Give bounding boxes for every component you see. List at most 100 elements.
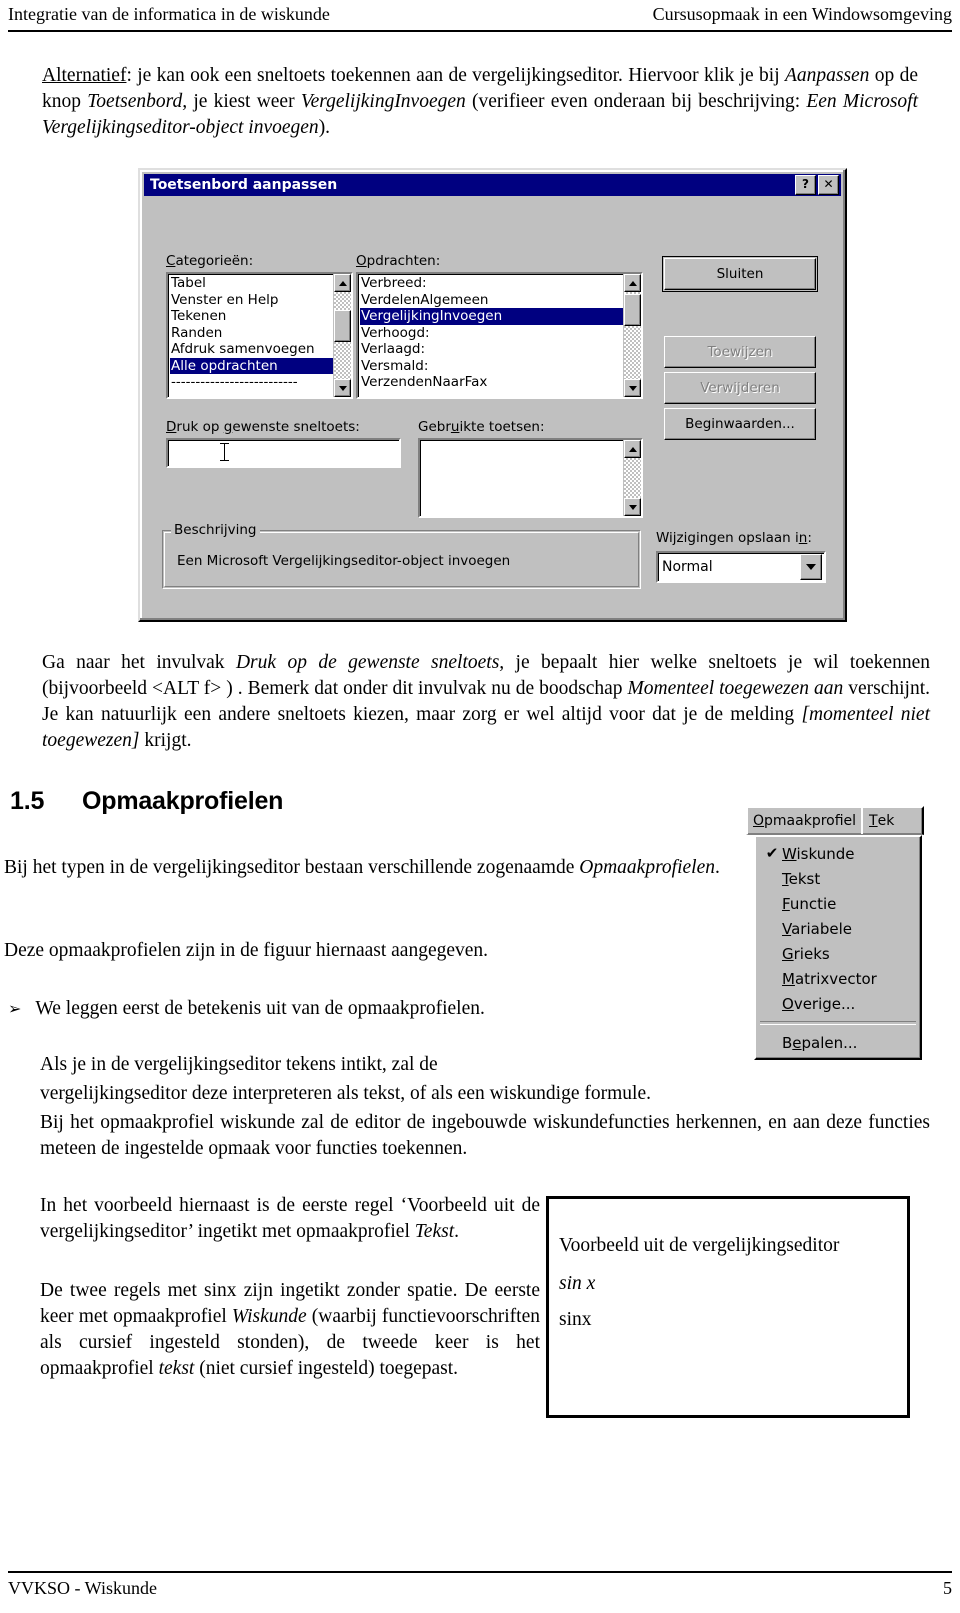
menu-item-variabele[interactable]: Variabele [756,916,920,941]
menu-item-wiskunde[interactable]: ✔ Wiskunde [756,841,920,866]
scroll-down-icon[interactable] [334,379,351,397]
list-item[interactable]: Venster en Help [170,292,333,309]
scroll-up-icon[interactable] [334,274,351,292]
scroll-down-icon[interactable] [624,379,641,397]
intro-i3: VergelijkingInvoegen [300,91,466,112]
list-item[interactable]: VerdelenAlgemeen [360,292,623,309]
menubar-mnemonic-2: T [869,813,878,829]
list-item[interactable]: Verbreed: [360,275,623,292]
opmaakprofiel-menu[interactable]: Opmaakprofiel Tek ✔ Wiskunde Tekst Funct… [746,806,924,1060]
close-icon[interactable]: ✕ [818,175,839,195]
mnemonic: e [792,1033,802,1052]
header-rule [8,30,952,32]
current-keys-label-b: ikte toetsen: [459,419,545,435]
save-in-label-a: Wijzigingen opslaan i [656,530,799,546]
chevron-down-icon[interactable] [800,554,822,580]
menu-label-rest: unctie [789,894,837,913]
list-item[interactable]: Verlaagd: [360,341,623,358]
description-text: Een Microsoft Vergelijkingseditor-object… [177,553,511,569]
categories-items: Tabel Venster en Help Tekenen Randen Afd… [168,274,333,397]
alternatief-lead: Alternatief [42,65,127,86]
mnemonic: T [782,869,789,888]
header-left-text: Integratie van de informatica in de wisk… [8,4,330,24]
commands-label-rest: pdrachten: [366,253,441,269]
menu-item-tekst[interactable]: Tekst [756,866,920,891]
commands-scrollbar[interactable] [623,274,641,397]
current-keys-items [420,440,623,516]
scroll-down-icon[interactable] [624,498,641,516]
menu-item-label: Bepalen... [782,1034,857,1052]
list-item[interactable]: Verhoogd: [360,325,623,342]
pst-t1: Bij het typen in de vergelijkingseditor … [4,857,580,878]
list-item-selected[interactable]: VergelijkingInvoegen [360,308,623,325]
pe-t1: In het voorbeeld hiernaast is de eerste … [40,1195,540,1242]
current-keys-scrollbar[interactable] [623,440,641,516]
menu-item-overige[interactable]: Overige... [756,991,920,1016]
toetsenbord-aanpassen-dialog[interactable]: Toetsenbord aanpassen ? ✕ Categorieën: O… [138,168,847,622]
menu-item-label: Grieks [782,945,830,963]
scrollbar-thumb[interactable] [334,310,351,342]
menu-item-bepalen[interactable]: Bepalen... [756,1030,920,1055]
scroll-up-icon[interactable] [624,440,641,458]
menu-item-label: Overige... [782,995,855,1013]
opmaakprofiel-menubar[interactable]: Opmaakprofiel Tek [746,806,924,835]
list-item[interactable]: Afdruk samenvoegen [170,341,333,358]
shortcut-input[interactable] [166,438,401,468]
menu-label-rest: atrixvector [794,969,877,988]
mnemonic: V [782,919,792,938]
list-item[interactable]: VerzendenNaarFax [360,374,623,391]
list-item[interactable]: Randen [170,325,333,342]
checkmark-icon: ✔ [765,844,779,862]
scrollbar-thumb[interactable] [624,294,641,326]
current-keys-label-a: Gebr [418,419,451,435]
pst-t2: . [715,857,720,878]
page-title: Opmaakprofielen [82,787,284,815]
close-button[interactable]: Sluiten [662,256,818,292]
mnemonic: G [782,944,794,963]
document-page: Integratie van de informatica in de wisk… [0,0,960,1613]
menubar-item-tekst[interactable]: Tek [861,808,899,834]
paragraph-intikt-line3: Bij het opmaakprofiel wiskunde zal de ed… [40,1112,930,1159]
reset-button[interactable]: Beginwaarden... [664,408,816,440]
assign-button: Toewijzen [664,336,816,368]
mnemonic: W [782,844,797,863]
save-in-label-b: : [807,530,812,546]
pe-i1: Tekst [414,1221,455,1242]
menu-label-rest: verige... [793,994,856,1013]
ps-t1: Ga naar het invulvak [42,652,236,673]
paragraph-figuur-hiernaast: Deze opmaakprofielen zijn in de figuur h… [4,940,489,961]
menubar-item-opmaakprofiel[interactable]: Opmaakprofiel [748,808,861,834]
paragraph-sneltoets: Ga naar het invulvak Druk op de gewenste… [42,650,930,754]
categories-scrollbar[interactable] [333,274,351,397]
help-icon[interactable]: ? [795,175,816,195]
text-caret-icon [220,443,229,461]
menu-item-matrixvector[interactable]: Matrixvector [756,966,920,991]
remove-button: Verwijderen [664,372,816,404]
scroll-up-icon[interactable] [624,274,641,292]
commands-listbox[interactable]: Verbreed: VerdelenAlgemeen VergelijkingI… [356,272,643,399]
opmaakprofiel-dropdown[interactable]: ✔ Wiskunde Tekst Functie Variabele Griek… [754,835,922,1060]
paragraph-voorbeeld-b: De twee regels met sinx zijn ingetikt zo… [40,1278,540,1382]
menu-item-grieks[interactable]: Grieks [756,941,920,966]
list-item[interactable]: -------------------------- [170,374,333,391]
arrow-bullet-icon: ➢ [8,999,22,1018]
commands-label: Opdrachten: [356,253,441,269]
save-in-combobox[interactable]: Normal [656,551,826,583]
menu-item-functie[interactable]: Functie [756,891,920,916]
ps-i1: Druk op de gewenste sneltoets, [235,652,505,673]
list-item-selected[interactable]: Alle opdrachten [170,357,333,374]
list-item[interactable]: Tekenen [170,308,333,325]
paragraph-intikt-line1: Als je in de vergelijkingseditor tekens … [40,1054,438,1075]
list-item[interactable]: Versmald: [360,358,623,375]
menubar-label-rest: pmaakprofiel [764,813,857,829]
current-keys-listbox[interactable] [418,438,643,518]
dialog-title-text: Toetsenbord aanpassen [150,177,338,193]
intro-t1: : je kan ook een sneltoets toekennen aan… [126,65,785,86]
pe-t5: (niet cursief ingesteld) toegepast. [194,1358,459,1379]
menubar-label-rest-2: ek [877,813,895,829]
running-header: Integratie van de informatica in de wisk… [8,4,952,25]
categories-listbox[interactable]: Tabel Venster en Help Tekenen Randen Afd… [166,272,353,399]
dialog-titlebar[interactable]: Toetsenbord aanpassen ? ✕ [144,174,841,196]
list-item[interactable]: Tabel [170,275,333,292]
menu-label-rest: palen... [801,1033,858,1052]
